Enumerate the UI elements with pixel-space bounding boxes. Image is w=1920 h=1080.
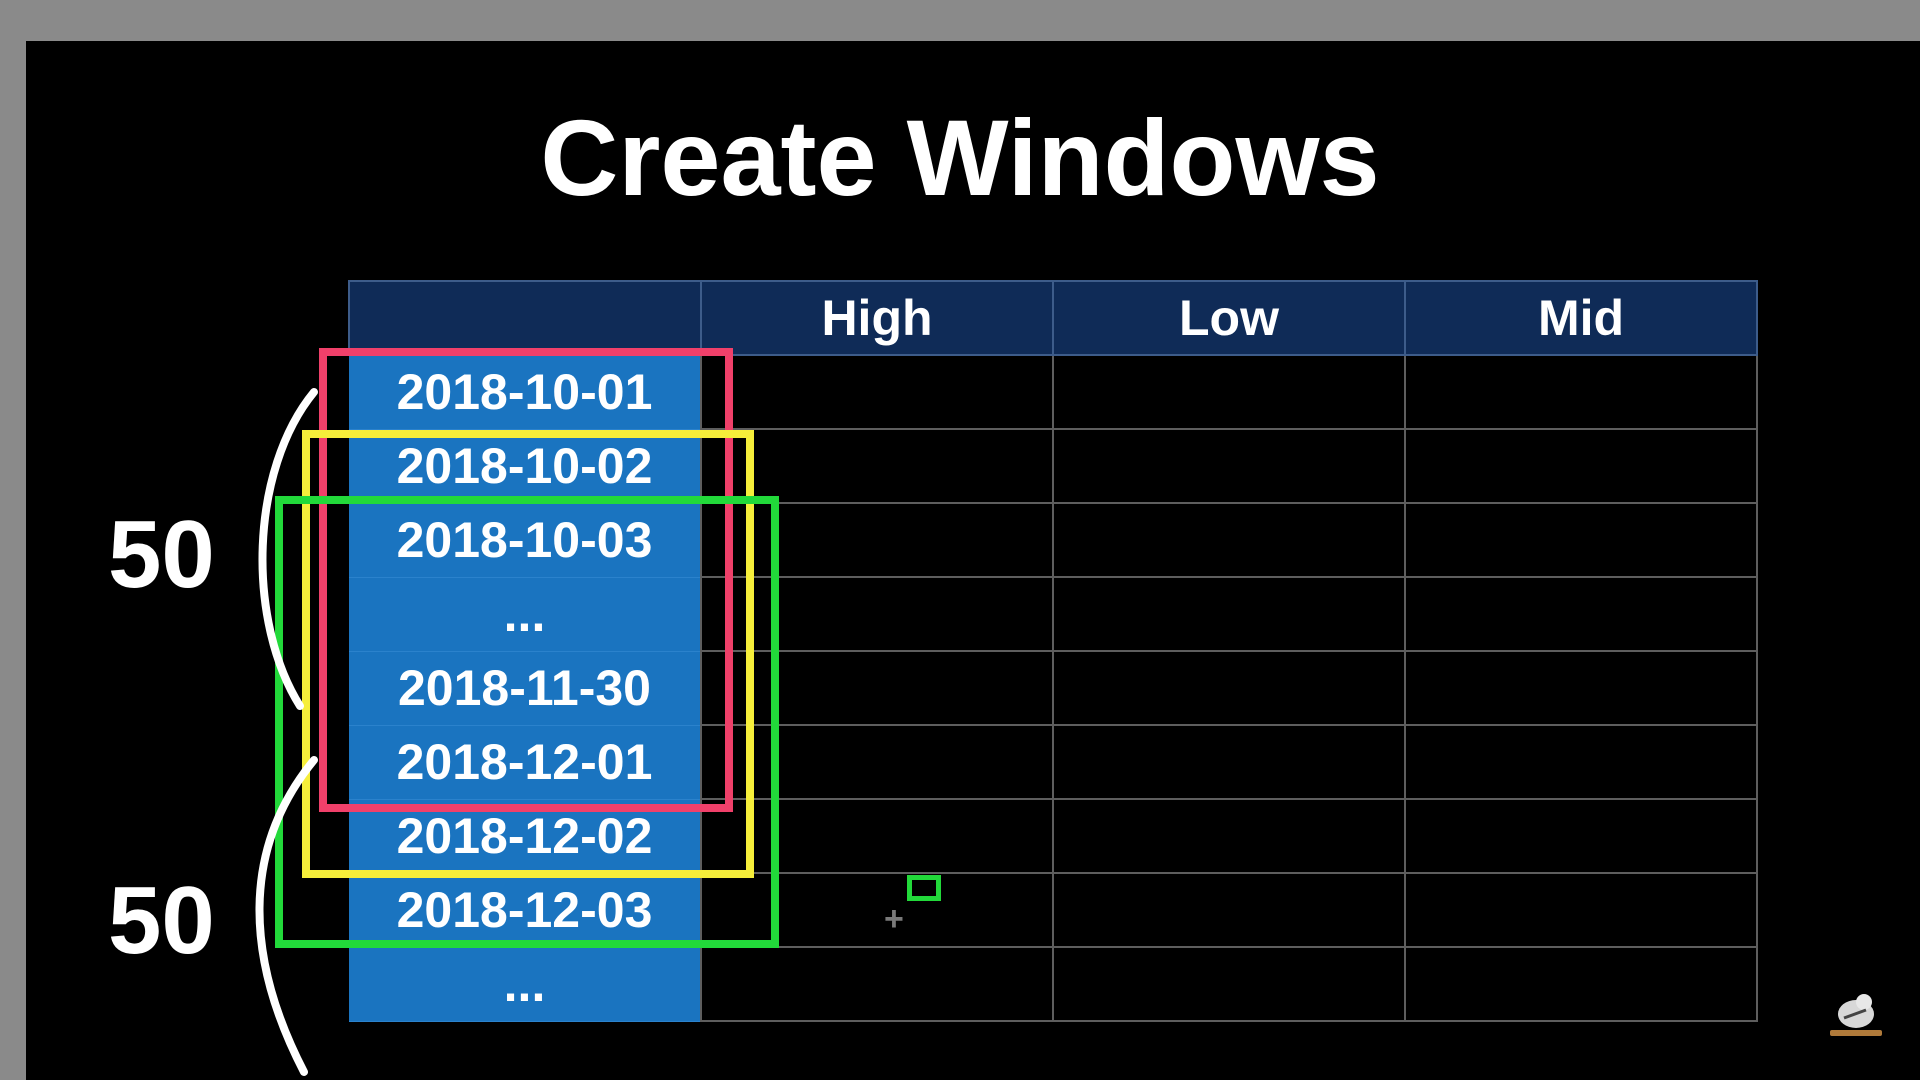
header-cell-date <box>348 280 702 356</box>
low-cell <box>1052 502 1406 578</box>
low-cell <box>1052 872 1406 948</box>
table-row: 2018-11-30 <box>349 650 1758 726</box>
table-row: 2018-10-02 <box>349 428 1758 504</box>
header-cell-low: Low <box>1052 280 1406 356</box>
ellipsis-cell: ... <box>349 577 701 652</box>
high-cell <box>700 576 1054 652</box>
high-cell <box>700 428 1054 504</box>
table-row: 2018-12-03 <box>349 872 1758 948</box>
date-cell: 2018-10-02 <box>349 429 701 504</box>
date-cell: 2018-12-02 <box>349 799 701 874</box>
table-row: 2018-12-01 <box>349 724 1758 800</box>
mid-cell <box>1404 428 1758 504</box>
ellipsis-cell: ... <box>349 947 701 1022</box>
low-cell <box>1052 354 1406 430</box>
data-table: High Low Mid 2018-10-01 2018-10-02 2018-… <box>348 280 1758 1022</box>
low-cell <box>1052 724 1406 800</box>
header-cell-high: High <box>700 280 1054 356</box>
high-cell <box>700 650 1054 726</box>
high-cell <box>700 946 1054 1022</box>
high-cell <box>700 724 1054 800</box>
cursor-highlight-box <box>907 875 941 901</box>
table-row: 2018-10-03 <box>349 502 1758 578</box>
crosshair-cursor-icon: + <box>884 900 904 938</box>
mid-cell <box>1404 576 1758 652</box>
high-cell <box>700 502 1054 578</box>
low-cell <box>1052 576 1406 652</box>
mid-cell <box>1404 650 1758 726</box>
mid-cell <box>1404 354 1758 430</box>
mid-cell <box>1404 946 1758 1022</box>
window-size-label-top: 50 <box>108 501 215 608</box>
date-cell: 2018-10-01 <box>349 355 701 430</box>
high-cell <box>700 798 1054 874</box>
low-cell <box>1052 428 1406 504</box>
date-cell: 2018-11-30 <box>349 651 701 726</box>
date-cell: 2018-12-01 <box>349 725 701 800</box>
window-size-label-bottom: 50 <box>108 867 215 974</box>
slide-title: Create Windows <box>540 97 1380 218</box>
low-cell <box>1052 650 1406 726</box>
high-cell <box>700 872 1054 948</box>
table-row: ... <box>349 576 1758 652</box>
low-cell <box>1052 798 1406 874</box>
date-cell: 2018-12-03 <box>349 873 701 948</box>
header-cell-mid: Mid <box>1404 280 1758 356</box>
channel-logo-icon <box>1830 994 1882 1036</box>
table-row: 2018-10-01 <box>349 354 1758 430</box>
table-header-row: High Low Mid <box>348 280 1758 356</box>
mid-cell <box>1404 872 1758 948</box>
mid-cell <box>1404 502 1758 578</box>
date-cell: 2018-10-03 <box>349 503 701 578</box>
mid-cell <box>1404 724 1758 800</box>
table-row: ... <box>349 946 1758 1022</box>
low-cell <box>1052 946 1406 1022</box>
mid-cell <box>1404 798 1758 874</box>
table-row: 2018-12-02 <box>349 798 1758 874</box>
high-cell <box>700 354 1054 430</box>
